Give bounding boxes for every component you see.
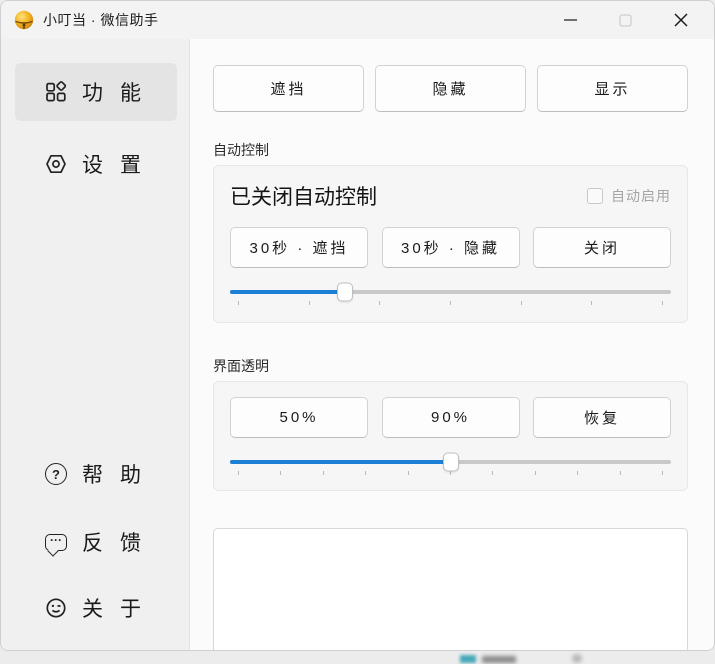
settings-icon <box>43 151 69 177</box>
slider-fill <box>230 460 451 464</box>
sidebar-item-about[interactable]: 关于 <box>15 579 177 637</box>
taskbar-icon-sliver <box>572 654 582 663</box>
window-controls <box>543 1 708 39</box>
main-panel: 遮挡 隐藏 显示 自动控制 已关闭自动控制 自动启用 30秒 · 遮挡 30秒 … <box>190 39 715 650</box>
sidebar-item-label: 关于 <box>82 593 158 623</box>
auto-enable-checkbox-row[interactable]: 自动启用 <box>587 186 671 206</box>
auto-control-section-label: 自动控制 <box>213 140 688 160</box>
taskbar-icon-sliver <box>460 655 476 663</box>
opacity-restore-button[interactable]: 恢复 <box>533 397 671 438</box>
sidebar-item-functions[interactable]: 功能 <box>15 63 177 121</box>
sidebar-item-feedback[interactable]: ··· 反馈 <box>15 513 177 571</box>
cover-30s-button[interactable]: 30秒 · 遮挡 <box>230 227 368 268</box>
slider-track[interactable] <box>230 460 671 464</box>
sidebar-item-label: 反馈 <box>82 527 158 557</box>
taskbar-icon-sliver <box>482 656 516 663</box>
auto-enable-checkbox[interactable] <box>587 188 603 204</box>
slider-thumb[interactable] <box>337 283 353 302</box>
auto-control-slider[interactable] <box>230 290 671 305</box>
slider-fill <box>230 290 345 294</box>
cover-button[interactable]: 遮挡 <box>213 65 364 112</box>
auto-control-status: 已关闭自动控制 <box>230 181 377 211</box>
feedback-icon: ··· <box>43 529 69 555</box>
sidebar-item-settings[interactable]: 设置 <box>15 135 177 193</box>
slider-ticks <box>230 301 671 305</box>
window-title: 小叮当 · 微信助手 <box>43 10 158 30</box>
sidebar-item-help[interactable]: ? 帮助 <box>15 445 177 503</box>
auto-off-button[interactable]: 关闭 <box>533 227 671 268</box>
desktop-strip <box>0 651 715 664</box>
about-icon <box>43 595 69 621</box>
show-button[interactable]: 显示 <box>537 65 688 112</box>
minimize-button[interactable] <box>543 1 598 39</box>
opacity-90-button[interactable]: 90% <box>382 397 520 438</box>
app-bell-icon <box>13 8 35 32</box>
titlebar[interactable]: 小叮当 · 微信助手 <box>1 1 714 39</box>
slider-thumb[interactable] <box>443 453 459 472</box>
apps-icon <box>43 79 69 105</box>
sidebar-item-label: 设置 <box>82 149 158 179</box>
log-textarea[interactable] <box>213 528 688 651</box>
sidebar-item-label: 帮助 <box>82 459 158 489</box>
transparency-section-label: 界面透明 <box>213 356 688 376</box>
hide-30s-button[interactable]: 30秒 · 隐藏 <box>382 227 520 268</box>
help-icon: ? <box>43 461 69 487</box>
transparency-group: 50% 90% 恢复 <box>213 381 688 491</box>
auto-control-group: 已关闭自动控制 自动启用 30秒 · 遮挡 30秒 · 隐藏 关闭 <box>213 165 688 323</box>
hide-button[interactable]: 隐藏 <box>375 65 526 112</box>
opacity-50-button[interactable]: 50% <box>230 397 368 438</box>
quick-actions: 遮挡 隐藏 显示 <box>213 65 688 112</box>
app-window: 小叮当 · 微信助手 <box>0 0 715 651</box>
slider-track[interactable] <box>230 290 671 294</box>
transparency-slider[interactable] <box>230 460 671 475</box>
slider-ticks <box>230 471 671 475</box>
close-button[interactable] <box>653 1 708 39</box>
sidebar: 功能 设置 ? 帮助 ··· <box>1 39 190 650</box>
maximize-button[interactable] <box>598 1 653 39</box>
auto-enable-label: 自动启用 <box>611 186 671 206</box>
sidebar-item-label: 功能 <box>82 77 158 107</box>
